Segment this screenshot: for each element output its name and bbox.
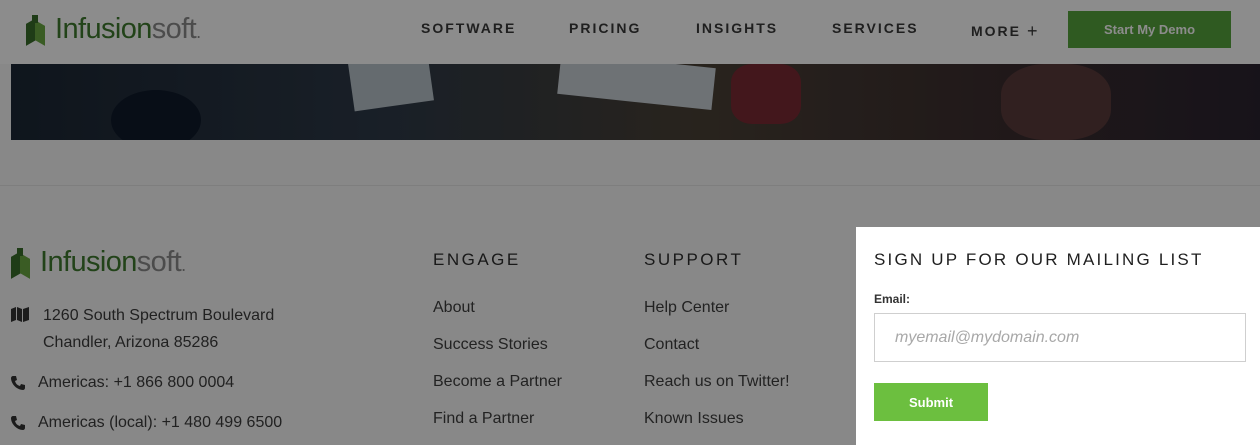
mailing-list-modal: SIGN UP FOR OUR MAILING LIST Email: Subm… [856, 227, 1260, 445]
modal-title: SIGN UP FOR OUR MAILING LIST [874, 250, 1204, 269]
email-label: Email: [874, 292, 911, 306]
email-field[interactable] [874, 313, 1246, 362]
submit-button[interactable]: Submit [874, 383, 988, 421]
